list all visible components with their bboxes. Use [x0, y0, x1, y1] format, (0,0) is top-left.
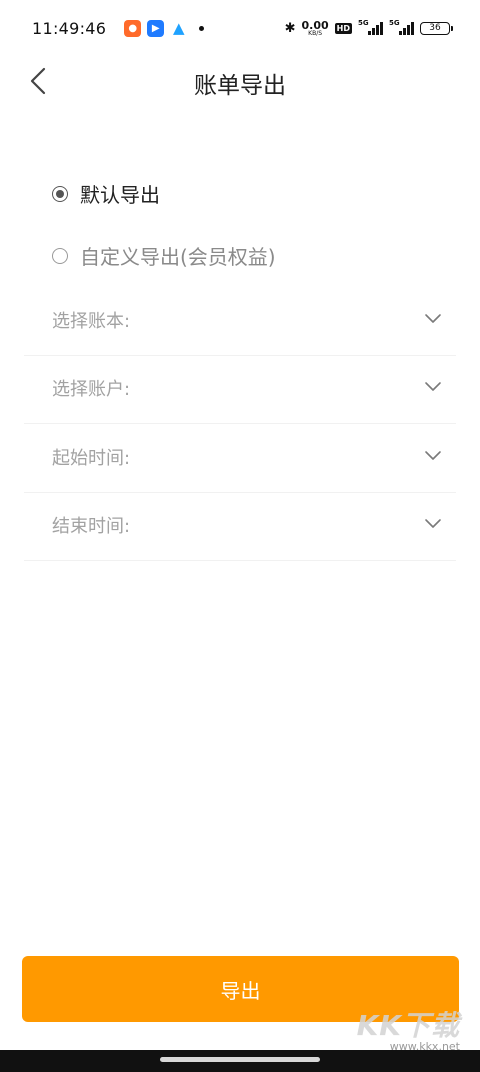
status-indicators: ✱ 0.00 KB/S HD 5G 5G 36	[284, 19, 453, 37]
signal-bar	[368, 31, 371, 35]
page-title: 账单导出	[194, 73, 286, 99]
app-orange-icon: ●	[124, 19, 142, 37]
signal-bar	[376, 25, 379, 35]
radio-unchecked-icon	[52, 247, 68, 264]
custom-export-radio[interactable]: 自定义导出(会员权益)	[52, 241, 276, 270]
select-start-time[interactable]: 起始时间:	[24, 425, 456, 493]
qq-icon: ▲	[172, 19, 185, 37]
signal-icon-1: 5G	[358, 19, 383, 35]
battery-icon: 36	[420, 21, 453, 35]
net-speed-unit: KB/S	[308, 29, 323, 37]
signal-2-tag: 5G	[389, 19, 400, 27]
watermark: KK下载 www.kkx.net	[356, 1009, 460, 1054]
radio-dot	[56, 189, 64, 198]
watermark-logo-text: KK下载	[356, 1009, 460, 1042]
net-speed: 0.00 KB/S	[302, 20, 329, 37]
select-end-time-label: 结束时间:	[52, 516, 131, 537]
signal-bar	[380, 22, 383, 35]
signal-bar	[372, 28, 375, 35]
chevron-down-icon	[425, 451, 441, 460]
battery-level: 36	[429, 23, 441, 33]
select-account-label: 选择账户:	[52, 379, 131, 400]
status-time: 11:49:46	[32, 18, 107, 38]
status-bar: 11:49:46 ● ▶ ▲ ✱ 0.00 KB/S HD 5G 5G 36	[0, 0, 480, 56]
select-ledger-label: 选择账本:	[52, 311, 131, 332]
net-speed-value: 0.00	[301, 18, 329, 32]
default-export-label: 默认导出	[80, 183, 160, 207]
select-end-time[interactable]: 结束时间:	[24, 493, 456, 561]
home-indicator[interactable]	[160, 1057, 320, 1062]
custom-export-label: 自定义导出(会员权益)	[80, 245, 276, 269]
default-export-radio[interactable]: 默认导出	[52, 179, 160, 208]
navigation-bar	[0, 1050, 480, 1072]
bluetooth-icon: ✱	[284, 20, 296, 36]
chevron-down-icon	[425, 519, 441, 528]
signal-icon-2: 5G	[389, 19, 414, 35]
notification-dot-icon	[199, 25, 205, 31]
chevron-down-icon	[425, 382, 441, 391]
signal-bar	[411, 22, 414, 35]
signal-bar	[399, 31, 402, 35]
app-blue-icon: ▶	[147, 19, 165, 37]
radio-checked-icon	[52, 185, 68, 202]
hd-icon: HD	[334, 22, 352, 34]
select-start-time-label: 起始时间:	[52, 448, 131, 469]
header: 账单导出	[0, 56, 480, 106]
signal-1-tag: 5G	[358, 19, 369, 27]
signal-bar	[403, 28, 406, 35]
select-account[interactable]: 选择账户:	[24, 356, 456, 424]
signal-bar	[407, 25, 410, 35]
select-ledger[interactable]: 选择账本:	[24, 288, 456, 356]
chevron-down-icon	[425, 314, 441, 323]
